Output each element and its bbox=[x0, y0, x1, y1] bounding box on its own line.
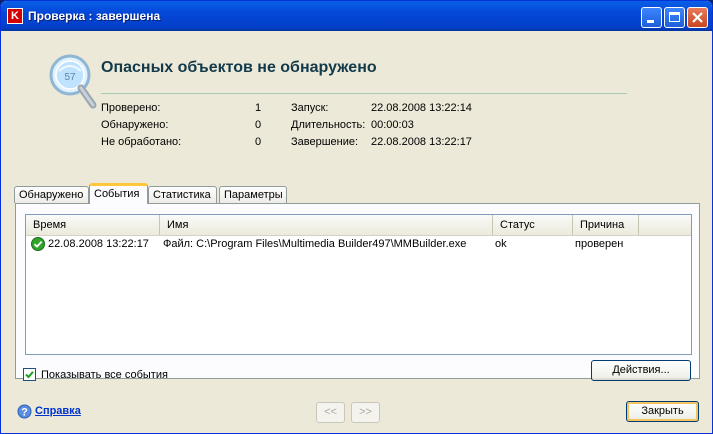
tab-detected[interactable]: Обнаружено bbox=[14, 186, 89, 203]
table-row[interactable]: 22.08.2008 13:22:17 Файл: C:\Program Fil… bbox=[26, 236, 691, 252]
unprocessed-value: 0 bbox=[255, 136, 262, 148]
window-client-area: 57 Опасных объектов не обнаружено Провер… bbox=[4, 31, 709, 432]
start-label: Запуск: bbox=[291, 102, 329, 114]
detected-value: 0 bbox=[255, 119, 262, 131]
scanned-value: 1 bbox=[255, 102, 262, 114]
svg-text:?: ? bbox=[21, 407, 28, 419]
column-header-reason[interactable]: Причина bbox=[573, 215, 639, 235]
events-list-header: Время Имя Статус Причина bbox=[26, 215, 691, 236]
column-header-name[interactable]: Имя bbox=[160, 215, 493, 235]
help-link[interactable]: Справка bbox=[35, 405, 81, 417]
header-divider bbox=[101, 93, 627, 94]
end-label: Завершение: bbox=[291, 136, 359, 148]
events-list[interactable]: Время Имя Статус Причина 22.08.2008 13:2… bbox=[25, 214, 692, 355]
magnifier-icon: 57 bbox=[49, 54, 97, 109]
maximize-icon bbox=[669, 12, 680, 22]
result-title: Опасных объектов не обнаружено bbox=[101, 59, 377, 76]
row-time: 22.08.2008 13:22:17 bbox=[48, 238, 149, 250]
close-button[interactable]: Закрыть bbox=[626, 401, 699, 422]
duration-value: 00:00:03 bbox=[371, 119, 414, 131]
row-reason: проверен bbox=[575, 238, 624, 250]
end-value: 22.08.2008 13:22:17 bbox=[371, 136, 472, 148]
events-tab-panel: Время Имя Статус Причина 22.08.2008 13:2… bbox=[15, 203, 700, 379]
prev-button[interactable]: << bbox=[316, 402, 345, 423]
actions-button[interactable]: Действия... bbox=[591, 360, 691, 381]
minimize-icon bbox=[647, 20, 654, 23]
magnifier-badge: 57 bbox=[64, 72, 76, 83]
tab-statistics[interactable]: Статистика bbox=[148, 186, 217, 203]
column-header-status[interactable]: Статус bbox=[493, 215, 573, 235]
duration-label: Длительность: bbox=[291, 119, 366, 131]
row-name: Файл: C:\Program Files\Multimedia Builde… bbox=[163, 238, 467, 250]
scanned-label: Проверено: bbox=[101, 102, 161, 114]
next-button[interactable]: >> bbox=[351, 402, 380, 423]
close-icon bbox=[692, 12, 703, 23]
row-status: ok bbox=[495, 238, 507, 250]
close-window-button[interactable] bbox=[687, 7, 708, 28]
show-all-events-label: Показывать все события bbox=[41, 369, 168, 381]
maximize-button[interactable] bbox=[664, 7, 685, 28]
help-icon[interactable]: ? bbox=[17, 404, 32, 419]
window-title: Проверка : завершена bbox=[28, 9, 161, 23]
tab-events[interactable]: События bbox=[89, 183, 148, 204]
checkmark-icon bbox=[25, 371, 34, 379]
minimize-button[interactable] bbox=[641, 7, 662, 28]
start-value: 22.08.2008 13:22:14 bbox=[371, 102, 472, 114]
title-bar[interactable]: K Проверка : завершена bbox=[1, 1, 712, 31]
ok-check-icon bbox=[31, 237, 45, 251]
show-all-events-checkbox[interactable] bbox=[23, 368, 36, 381]
column-header-time[interactable]: Время bbox=[26, 215, 160, 235]
unprocessed-label: Не обработано: bbox=[101, 136, 182, 148]
scan-window: K Проверка : завершена 57 Опасных объект… bbox=[0, 0, 713, 434]
kaspersky-logo-icon: K bbox=[7, 8, 23, 24]
detected-label: Обнаружено: bbox=[101, 119, 169, 131]
tab-parameters[interactable]: Параметры bbox=[219, 186, 287, 203]
